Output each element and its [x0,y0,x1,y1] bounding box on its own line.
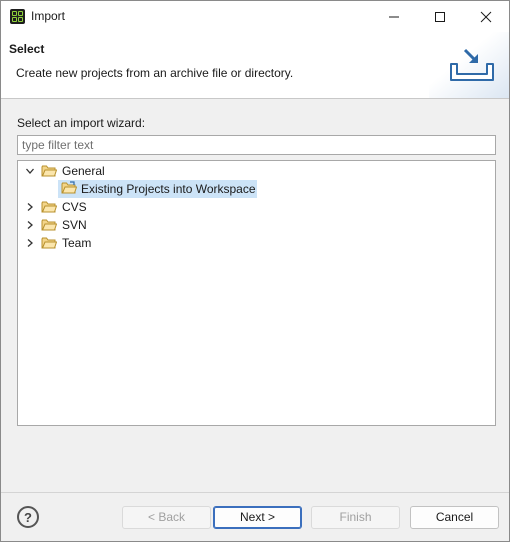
tree-item-svn[interactable]: SVN [62,218,87,232]
back-button[interactable]: < Back [122,506,211,529]
maximize-icon [435,11,445,22]
chevron-right-icon[interactable] [25,220,35,230]
page-title: Select [9,42,45,56]
page-description: Create new projects from an archive file… [16,66,294,80]
tree-item-cvs[interactable]: CVS [62,200,87,214]
next-button[interactable]: Next > [213,506,302,529]
maximize-button[interactable] [417,1,463,32]
close-icon [480,11,492,22]
help-button[interactable]: ? [17,506,39,528]
close-button[interactable] [463,1,509,32]
chevron-right-icon[interactable] [25,238,35,248]
filter-input[interactable] [17,135,496,155]
tree-item-general[interactable]: General [62,164,105,178]
wizard-label: Select an import wizard: [17,116,146,130]
folder-icon [41,219,57,231]
import-tray-icon [450,48,494,81]
chevron-down-icon[interactable] [25,166,35,176]
import-dialog: Import Select Create new projects from a… [0,0,510,542]
wizard-tree[interactable]: General Existing Projects into Workspace… [17,160,496,426]
folder-icon [41,165,57,177]
folder-icon [41,237,57,249]
folder-open-icon [61,181,77,194]
minimize-button[interactable] [371,1,417,32]
minimize-icon [389,16,399,17]
wizard-banner: Select Create new projects from an archi… [1,32,509,99]
help-icon: ? [24,509,32,525]
finish-button[interactable]: Finish [311,506,400,529]
eclipse-app-icon [10,9,25,24]
chevron-right-icon[interactable] [25,202,35,212]
folder-icon [41,201,57,213]
footer-divider [1,492,509,493]
window-title: Import [31,9,66,23]
tree-item-existing-projects[interactable]: Existing Projects into Workspace [81,182,256,196]
cancel-button[interactable]: Cancel [410,506,499,529]
tree-item-team[interactable]: Team [62,236,91,250]
title-bar[interactable]: Import [1,1,509,32]
banner-graphic [429,32,509,98]
